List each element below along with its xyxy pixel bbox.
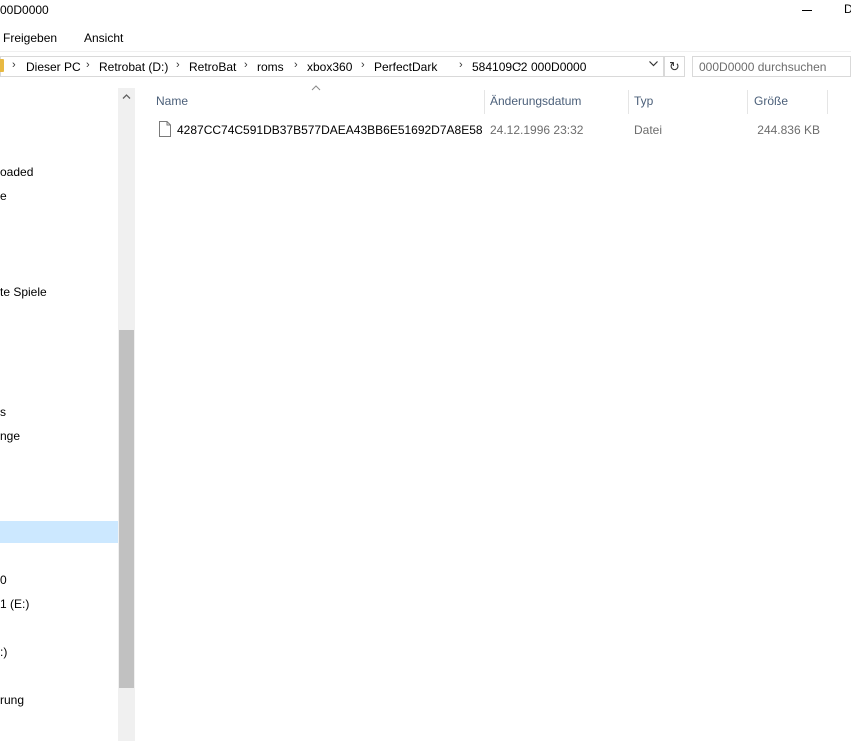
column-header-type[interactable]: Typ <box>634 93 653 113</box>
search-input[interactable] <box>693 57 851 76</box>
nav-item-selected[interactable] <box>0 521 118 543</box>
chevron-right-icon[interactable]: › <box>518 59 522 71</box>
nav-item-s[interactable]: s <box>0 401 118 423</box>
nav-item-drive-e[interactable]: 1 (E:) <box>0 593 118 615</box>
minimize-button[interactable] <box>801 3 815 17</box>
column-divider[interactable] <box>484 90 485 114</box>
chevron-right-icon[interactable]: › <box>361 59 365 71</box>
nav-item-label: rung <box>0 693 25 707</box>
nav-item-label: 1 (E:) <box>0 597 30 611</box>
scrollbar-thumb[interactable] <box>119 330 134 688</box>
breadcrumb-retrobat[interactable]: RetroBat <box>189 60 236 74</box>
nav-item-label: e <box>0 189 7 203</box>
breadcrumb-dieser-pc[interactable]: Dieser PC <box>26 60 81 74</box>
column-header-name[interactable]: Name <box>156 93 188 113</box>
nav-item-nge[interactable]: nge <box>0 425 118 447</box>
title-bar <box>0 0 851 26</box>
chevron-right-icon[interactable]: › <box>244 59 248 71</box>
breadcrumb-xbox360[interactable]: xbox360 <box>307 60 352 74</box>
nav-item-label: nge <box>0 429 21 443</box>
chevron-right-icon[interactable]: › <box>294 59 298 71</box>
column-divider[interactable] <box>628 90 629 114</box>
nav-item-label: :) <box>0 645 8 659</box>
breadcrumb-perfectdark[interactable]: PerfectDark <box>374 60 437 74</box>
file-name[interactable]: 4287CC74C591DB37B577DAEA43BB6E51692D7A8E… <box>177 123 483 137</box>
nav-item-label: 0 <box>0 573 7 587</box>
chevron-right-icon[interactable]: › <box>459 59 463 71</box>
window-title: 00D0000 <box>0 3 49 17</box>
nav-item-rung[interactable]: rung <box>0 689 118 711</box>
nav-item-label: s <box>0 405 6 419</box>
breadcrumb-retrobat-drive[interactable]: Retrobat (D:) <box>99 60 168 74</box>
file-date: 24.12.1996 23:32 <box>490 123 584 137</box>
nav-item-e[interactable]: e <box>0 185 118 207</box>
chevron-down-icon[interactable] <box>648 58 659 72</box>
nav-item-label: oaded <box>0 165 34 179</box>
sort-ascending-icon <box>311 83 321 94</box>
column-divider[interactable] <box>827 90 828 114</box>
chevron-right-icon[interactable]: › <box>12 59 16 71</box>
ribbon-tabs <box>0 27 851 52</box>
refresh-icon: ↻ <box>669 59 680 74</box>
nav-item-downloaded[interactable]: oaded <box>0 161 118 183</box>
file-size: 244.836 KB <box>757 123 820 137</box>
nav-item-spiele[interactable]: te Spiele <box>0 281 118 303</box>
refresh-button[interactable]: ↻ <box>664 56 685 77</box>
tab-freigeben[interactable]: Freigeben <box>3 31 57 45</box>
maximize-button[interactable]: D <box>844 2 851 16</box>
file-type: Datei <box>634 123 663 137</box>
folder-icon <box>0 59 4 72</box>
nav-item-0[interactable]: 0 <box>0 569 118 591</box>
document-icon <box>159 121 171 137</box>
column-header-date[interactable]: Änderungsdatum <box>490 93 581 113</box>
nav-item-label: te Spiele <box>0 285 47 299</box>
nav-item-drive[interactable]: :) <box>0 641 118 663</box>
chevron-right-icon[interactable]: › <box>176 59 180 71</box>
tab-ansicht[interactable]: Ansicht <box>84 31 123 45</box>
scroll-up-arrow-icon[interactable] <box>118 88 135 105</box>
breadcrumb-roms[interactable]: roms <box>257 60 284 74</box>
breadcrumb-000d0000[interactable]: 000D0000 <box>531 60 586 74</box>
column-divider[interactable] <box>747 90 748 114</box>
column-header-size[interactable]: Größe <box>754 93 788 113</box>
search-box[interactable] <box>692 56 851 77</box>
chevron-right-icon[interactable]: › <box>86 59 90 71</box>
